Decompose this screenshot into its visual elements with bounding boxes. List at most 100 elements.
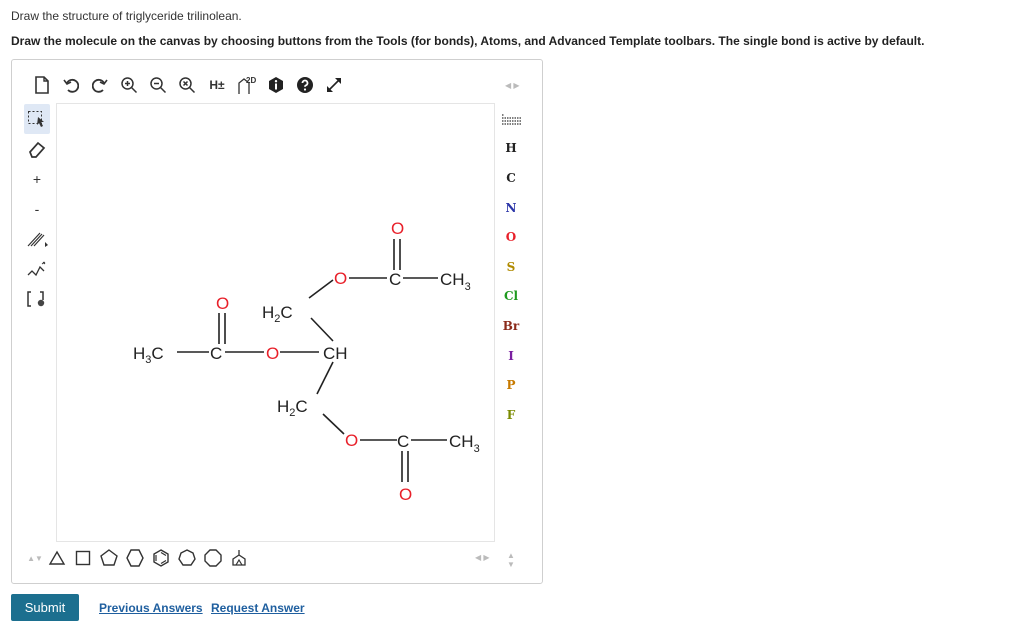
- bracket-icon: [27, 291, 45, 307]
- info-button[interactable]: [264, 73, 288, 97]
- template-library-icon: [232, 550, 246, 566]
- charge-minus-tool[interactable]: -: [24, 194, 50, 224]
- cyclohexane-template[interactable]: [124, 547, 146, 569]
- h2c-bot-c: C: [295, 397, 307, 416]
- atom-list: H C N O S Cl Br I P F: [496, 134, 526, 430]
- molecule-drawing: H3C C O O CH H2C O C O CH3 H2C O C O CH3: [133, 219, 480, 504]
- bond-tool[interactable]: [24, 224, 50, 254]
- undo-button[interactable]: [59, 73, 83, 97]
- bond-icon: [27, 232, 48, 247]
- ch-center: CH: [323, 344, 348, 363]
- templates-scroll[interactable]: ◀ ▶: [475, 553, 490, 562]
- ch3-bot-sub: 3: [474, 443, 480, 455]
- sgroup-tool[interactable]: [24, 284, 50, 314]
- atom-button-cl[interactable]: Cl: [496, 282, 526, 312]
- atom-button-p[interactable]: P: [496, 370, 526, 400]
- svg-text:H2C: H2C: [262, 303, 293, 325]
- atom-button-i[interactable]: I: [496, 341, 526, 371]
- o-left-carbonyl: O: [216, 294, 229, 313]
- redo-icon: [92, 78, 108, 93]
- cyclooctane-template[interactable]: [202, 547, 224, 569]
- o-bot-ester: O: [345, 431, 358, 450]
- atom-button-br[interactable]: Br: [496, 311, 526, 341]
- eraser-icon: [29, 141, 46, 158]
- atoms-toolbar: H C N O S Cl Br I P F: [496, 104, 526, 430]
- ch3-top: CH: [440, 270, 465, 289]
- svg-text:CH3: CH3: [449, 432, 480, 455]
- svg-text:H2C: H2C: [277, 397, 308, 419]
- clean-2d-icon: 2D: [238, 76, 256, 94]
- cycloheptane-template[interactable]: [176, 547, 198, 569]
- question-text: Draw the structure of triglyceride trili…: [11, 9, 242, 23]
- select-tool[interactable]: [24, 104, 50, 134]
- instructions-text: Draw the molecule on the canvas by choos…: [11, 34, 925, 48]
- expand-icon: [327, 78, 341, 92]
- chain-icon: [27, 261, 46, 277]
- heptagon-icon: [178, 549, 196, 566]
- clean-2d-button[interactable]: 2D: [235, 73, 259, 97]
- c-bot: C: [397, 432, 409, 451]
- cyclopropane-template[interactable]: [46, 547, 68, 569]
- chain-tool[interactable]: [24, 254, 50, 284]
- help-icon: [297, 77, 313, 93]
- svg-text:CH3: CH3: [440, 270, 471, 293]
- atom-button-c[interactable]: C: [496, 163, 526, 193]
- benzene-icon: [153, 549, 169, 567]
- o-left-ester: O: [266, 344, 279, 363]
- new-document-button[interactable]: [30, 73, 54, 97]
- submit-button[interactable]: Submit: [11, 594, 79, 621]
- atom-button-h[interactable]: H: [496, 134, 526, 164]
- zoom-in-button[interactable]: [117, 73, 141, 97]
- hexagon-icon: [126, 549, 144, 567]
- charge-plus-tool[interactable]: +: [24, 164, 50, 194]
- h2c-bot-h: H: [277, 397, 289, 416]
- atom-button-n[interactable]: N: [496, 193, 526, 223]
- cyclopentane-template[interactable]: [98, 547, 120, 569]
- top-toolbar-scroll[interactable]: ◀ ▶: [505, 81, 520, 90]
- redo-button[interactable]: [88, 73, 112, 97]
- toggle-hydrogens-button[interactable]: H±: [204, 73, 230, 97]
- o-top-ester: O: [334, 269, 347, 288]
- o-bot-carbonyl: O: [399, 485, 412, 504]
- request-answer-link[interactable]: Request Answer: [211, 601, 305, 615]
- top-toolbar: H± 2D: [30, 71, 351, 99]
- undo-icon: [63, 78, 79, 93]
- periodic-table-button[interactable]: [496, 104, 526, 134]
- template-library-button[interactable]: [228, 547, 250, 569]
- h2c-top-h: H: [262, 303, 274, 322]
- h3c-left-c: C: [151, 344, 163, 363]
- atom-button-o[interactable]: O: [496, 222, 526, 252]
- help-button[interactable]: [293, 73, 317, 97]
- c-top: C: [389, 270, 401, 289]
- atoms-scroll[interactable]: ▲ ▼: [507, 551, 515, 569]
- templates-scroll-left[interactable]: ▲▼: [27, 547, 43, 569]
- atom-button-s[interactable]: S: [496, 252, 526, 282]
- ch3-top-sub: 3: [465, 281, 471, 293]
- periodic-table-icon: [502, 114, 521, 125]
- atom-button-f[interactable]: F: [496, 400, 526, 430]
- info-icon: [269, 77, 283, 93]
- triangle-icon: [48, 550, 66, 565]
- h2c-top-c: C: [280, 303, 292, 322]
- fullscreen-button[interactable]: [322, 73, 346, 97]
- zoom-in-icon: [121, 77, 138, 94]
- zoom-out-button[interactable]: [146, 73, 170, 97]
- eraser-tool[interactable]: [24, 134, 50, 164]
- previous-answers-link[interactable]: Previous Answers: [99, 601, 203, 615]
- select-lasso-icon: [28, 111, 44, 127]
- molecule-editor: H± 2D ◀ ▶ + - H3C C O O CH H2C O C O CH3…: [11, 59, 543, 584]
- octagon-icon: [204, 549, 222, 567]
- svg-text:H3C: H3C: [133, 344, 164, 366]
- cyclobutane-template[interactable]: [72, 547, 94, 569]
- zoom-reset-button[interactable]: [175, 73, 199, 97]
- left-toolbar: + -: [24, 104, 50, 314]
- templates-toolbar: ▲▼: [27, 543, 254, 573]
- drawing-canvas[interactable]: H3C C O O CH H2C O C O CH3 H2C O C O CH3: [56, 103, 495, 542]
- clean-2d-label: 2D: [246, 76, 256, 85]
- zoom-reset-icon: [179, 77, 196, 94]
- pentagon-icon: [100, 549, 118, 566]
- ch3-bot: CH: [449, 432, 474, 451]
- zoom-out-icon: [150, 77, 167, 94]
- benzene-template[interactable]: [150, 547, 172, 569]
- h3c-left-h: H: [133, 344, 145, 363]
